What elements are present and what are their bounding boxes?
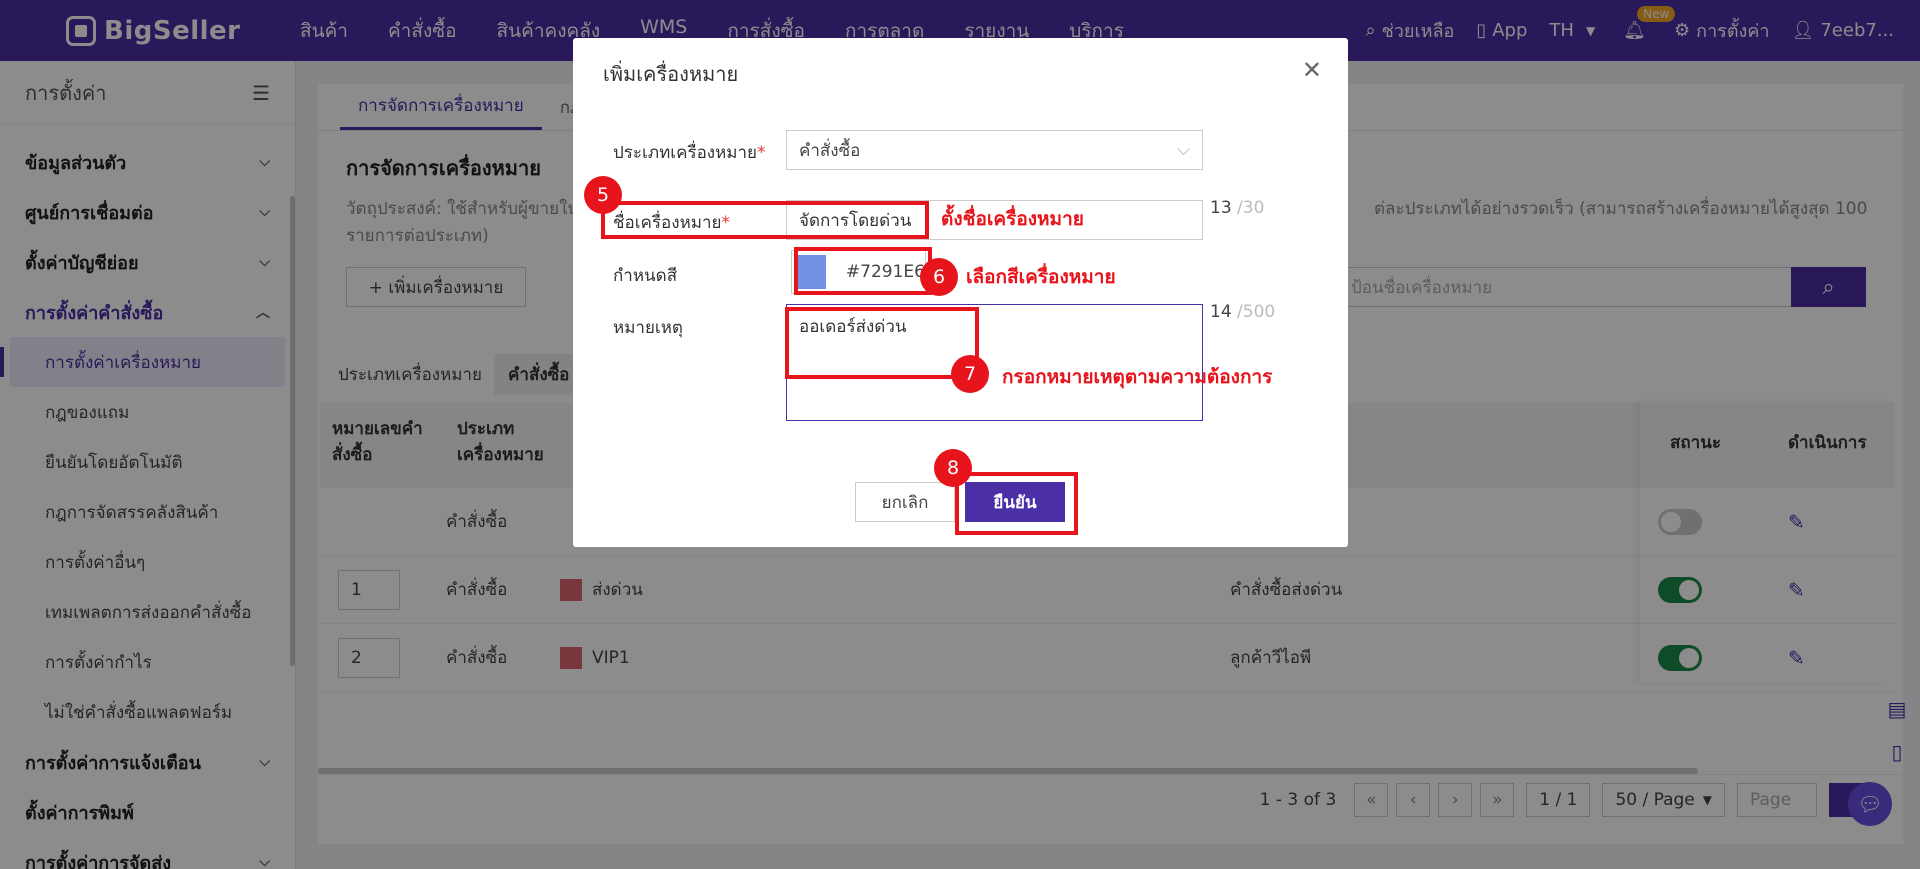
annotation-text-7: กรอกหมายเหตุตามความต้องการ (1002, 366, 1273, 388)
chevron-down-icon: ⌵ (1177, 140, 1190, 160)
annotation-step-7: 7 (951, 355, 989, 393)
annotation-box-remark (785, 307, 979, 379)
dialog-title: เพิ่มเครื่องหมาย (603, 62, 739, 86)
name-char-count: 13 /30 (1210, 198, 1265, 218)
annotation-text-6: เลือกสีเครื่องหมาย (966, 266, 1116, 288)
cancel-button[interactable]: ยกเลิก (855, 482, 955, 522)
type-label: ประเภทเครื่องหมาย* (613, 143, 766, 163)
close-icon[interactable]: ✕ (1302, 56, 1322, 84)
annotation-box-confirm (955, 472, 1078, 535)
annotation-step-6: 6 (920, 258, 958, 296)
tag-type-select[interactable]: คำสั่งซื้อ ⌵ (786, 130, 1203, 170)
remark-char-count: 14 /500 (1210, 302, 1276, 322)
annotation-text-5: ตั้งชื่อเครื่องหมาย (941, 208, 1084, 230)
annotation-step-8: 8 (934, 449, 972, 487)
remark-label: หมายเหตุ (613, 318, 683, 338)
annotation-step-5: 5 (584, 176, 622, 214)
annotation-box-name (601, 201, 929, 239)
annotation-box-color (794, 247, 932, 295)
color-label: กำหนดสี (613, 266, 678, 286)
